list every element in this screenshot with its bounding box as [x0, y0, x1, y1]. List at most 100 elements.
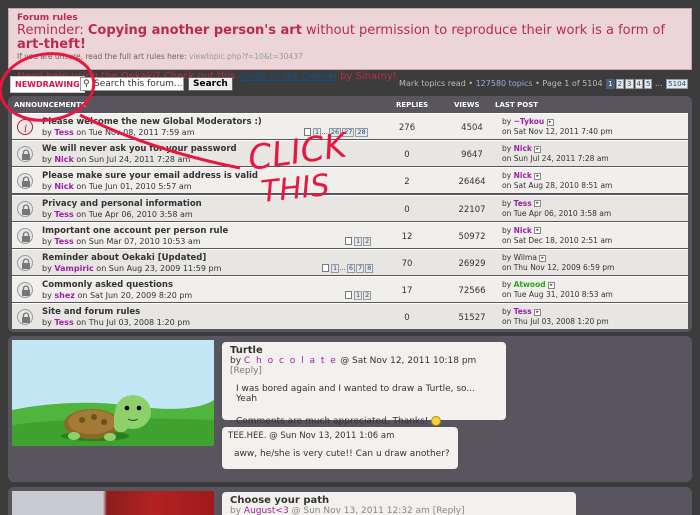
- topic-page-link[interactable]: 2: [363, 291, 372, 301]
- view-latest-post-icon[interactable]: ▸: [534, 200, 542, 208]
- last-post-author[interactable]: ~Tykou: [514, 117, 545, 126]
- view-latest-post-icon[interactable]: ▸: [539, 254, 547, 262]
- view-latest-post-icon[interactable]: ▸: [534, 227, 542, 235]
- topic-author[interactable]: Tess: [54, 318, 73, 327]
- table-row[interactable]: Site and forum rules by Tess on Thu Jul 0…: [12, 303, 688, 330]
- page-link-4[interactable]: 4: [634, 79, 643, 89]
- reply-link[interactable]: [Reply]: [230, 366, 262, 376]
- topic-page-link[interactable]: 1: [313, 128, 322, 137]
- table-row[interactable]: Please make sure your email address is v…: [12, 167, 688, 194]
- lock-icon: [17, 255, 33, 271]
- comment-text: aww, he/she is very cute!! Can u draw an…: [234, 449, 450, 459]
- new-drawing-button[interactable]: NEWDRAWING: [10, 76, 85, 93]
- post-body: Turtle by C h o c o l a t e @ Sat Nov 12…: [222, 342, 506, 427]
- topic-title[interactable]: Commonly asked questions: [42, 280, 173, 290]
- search-input[interactable]: ⚲ Search this forum...: [80, 77, 184, 91]
- topic-author[interactable]: Tess: [54, 128, 73, 137]
- table-row[interactable]: Commonly asked questions by shez on Sat J…: [12, 276, 688, 303]
- pages-icon: [345, 291, 352, 300]
- topic-title[interactable]: Reminder about Oekaki [Updated]: [42, 253, 206, 263]
- post-text-1: I was bored again and I wanted to draw a…: [236, 384, 475, 404]
- art-rules-link[interactable]: viewtopic.php?f=10&t=30437: [189, 52, 303, 61]
- last-post-author[interactable]: Tess: [514, 307, 532, 316]
- page-link-2[interactable]: 2: [615, 79, 625, 89]
- last-post: by Tess ▸ on Tue Apr 06, 2010 3:58 am: [502, 198, 612, 218]
- table-row[interactable]: Reminder about Oekaki [Updated] by Vampir…: [12, 249, 688, 275]
- topic-page-link[interactable]: 1: [331, 264, 340, 273]
- topic-title[interactable]: Site and forum rules: [42, 307, 140, 317]
- topic-byline: by Nick on Sun Jul 24, 2011 7:28 am: [42, 155, 191, 165]
- table-row[interactable]: We will never ask you for your password b…: [12, 140, 688, 167]
- lock-icon: [17, 227, 33, 244]
- topic-title[interactable]: We will never ask you for your password: [42, 144, 237, 154]
- topic-page-link[interactable]: 1: [354, 236, 363, 246]
- topic-page-link[interactable]: 2: [363, 236, 372, 246]
- replies-count: 0: [404, 150, 410, 161]
- topic-author[interactable]: Tess: [54, 210, 73, 219]
- last-post-author[interactable]: Wilma: [514, 253, 537, 262]
- action-bar: NEWDRAWING ⚲ Search this forum... Search…: [8, 74, 692, 94]
- post-author-2[interactable]: August<3: [244, 506, 289, 515]
- pagination: Mark topics read • 127580 topics • Page …: [399, 79, 688, 89]
- view-latest-post-icon[interactable]: ▸: [546, 118, 554, 126]
- turtle-drawing-thumbnail[interactable]: [12, 340, 214, 446]
- post-author[interactable]: C h o c o l a t e: [244, 356, 337, 366]
- topic-page-link[interactable]: 7: [355, 264, 365, 273]
- lock-icon: [17, 309, 33, 326]
- lock-icon: [17, 146, 33, 163]
- views-count: 9647: [461, 150, 483, 161]
- comment: TEE.HEE. @ Sun Nov 13, 2011 1:06 am aww,…: [222, 427, 458, 469]
- topic-author[interactable]: Tess: [54, 237, 73, 246]
- search-button[interactable]: Search: [188, 77, 233, 91]
- topic-title[interactable]: Privacy and personal information: [42, 199, 202, 209]
- topic-page-link[interactable]: 8: [365, 264, 374, 273]
- topic-page-link[interactable]: 1: [354, 291, 363, 301]
- table-row[interactable]: Privacy and personal information by Tess …: [12, 194, 688, 221]
- topic-page-link[interactable]: 28: [355, 128, 368, 137]
- topic-page-link[interactable]: 27: [342, 128, 355, 137]
- views-count: 22107: [458, 204, 486, 215]
- view-latest-post-icon[interactable]: ▸: [534, 308, 542, 316]
- topic-author[interactable]: shez: [54, 291, 75, 300]
- col-last-post: LAST POST: [495, 101, 539, 109]
- post-text-2: Comments are much appreciated, Thanks!: [230, 416, 498, 427]
- topic-author[interactable]: Nick: [54, 155, 74, 164]
- last-post: by Nick ▸ on Sun Jul 24, 2011 7:28 am: [502, 144, 609, 164]
- topic-pages: 1... 6 7 8: [322, 264, 374, 273]
- post-title-2[interactable]: Choose your path: [230, 495, 568, 506]
- reply-link-2[interactable]: [Reply]: [433, 506, 465, 515]
- last-post-author[interactable]: Atwood: [514, 280, 546, 289]
- topic-page-link[interactable]: 6: [346, 264, 355, 273]
- last-post-author[interactable]: Nick: [514, 226, 532, 235]
- topic-byline: by Nick on Tue Jun 01, 2010 5:57 am: [42, 182, 192, 192]
- last-post-author[interactable]: Nick: [514, 144, 532, 153]
- table-row[interactable]: i Please welcome the new Global Moderator…: [12, 113, 688, 139]
- view-latest-post-icon[interactable]: ▸: [534, 145, 542, 153]
- topic-title[interactable]: Please make sure your email address is v…: [42, 171, 258, 181]
- page-link-1[interactable]: 1: [606, 79, 615, 89]
- view-latest-post-icon[interactable]: ▸: [534, 172, 542, 180]
- topic-author[interactable]: Nick: [54, 182, 74, 191]
- topic-title[interactable]: Important one account per person rule: [42, 226, 228, 236]
- topic-page-link[interactable]: 26: [328, 128, 342, 137]
- replies-count: 2: [404, 177, 410, 188]
- topic-author[interactable]: Vampiric: [54, 264, 93, 273]
- views-count: 4504: [461, 123, 483, 133]
- view-latest-post-icon[interactable]: ▸: [547, 281, 555, 289]
- table-row[interactable]: Important one account per person rule by …: [12, 221, 688, 248]
- topic-title[interactable]: Please welcome the new Global Moderators…: [42, 117, 262, 127]
- page-link-last[interactable]: 5104: [666, 79, 688, 89]
- replies-count: 70: [401, 259, 413, 269]
- page-link-3[interactable]: 3: [625, 79, 634, 89]
- page-link-5[interactable]: 5: [643, 79, 653, 89]
- last-post-author[interactable]: Nick: [514, 171, 532, 180]
- choose-path-thumbnail[interactable]: [12, 491, 214, 515]
- mark-topics-read-link[interactable]: Mark topics read: [399, 79, 466, 88]
- post-title[interactable]: Turtle: [230, 345, 498, 356]
- replies-count: 276: [398, 123, 416, 133]
- rules-reminder: Reminder: Copying another person's art w…: [17, 23, 666, 52]
- last-post-author[interactable]: Tess: [514, 199, 532, 208]
- forum-rules-box: Forum rules Reminder: Copying another pe…: [8, 8, 692, 82]
- forum-rules-title: Forum rules: [17, 13, 78, 23]
- page-ellipsis: ...: [654, 79, 663, 88]
